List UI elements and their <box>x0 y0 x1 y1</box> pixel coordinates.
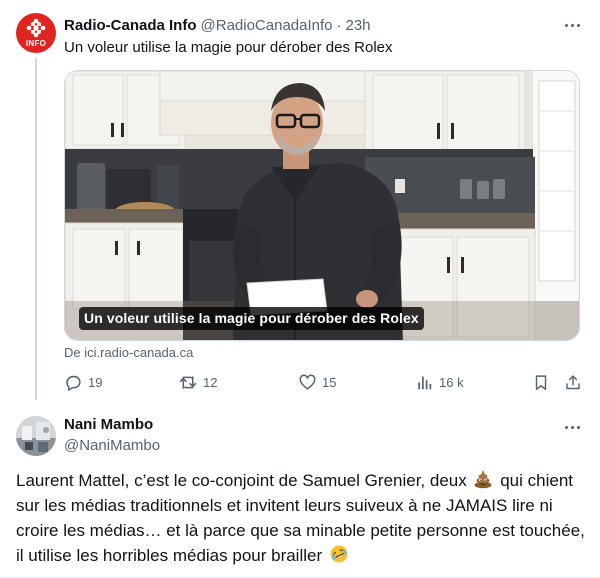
nani-mambo-avatar[interactable] <box>16 416 56 456</box>
tweet-text: Un voleur utilise la magie pour dérober … <box>64 39 393 56</box>
avatar-info-label: INFO <box>25 39 47 48</box>
author-handle[interactable]: @NaniMambo <box>64 437 160 454</box>
like-count: 15 <box>322 375 337 390</box>
author-name[interactable]: Nani Mambo <box>64 416 153 433</box>
tweet-text-line-2: sur les médias traditionnels et invitent… <box>16 496 553 515</box>
repost-button[interactable]: 12 <box>178 373 217 392</box>
text-segment: Laurent Mattel, c’est le co-conjoint de … <box>16 471 467 490</box>
tweet-nani-mambo[interactable]: Nani Mambo @NaniMambo Laurent Mattel, c’… <box>0 400 600 578</box>
author-handle[interactable]: @RadioCanadaInfo <box>201 17 333 34</box>
radio-canada-avatar[interactable]: INFO <box>16 13 56 53</box>
tweet-text: Laurent Mattel, c’est le co-conjoint de … <box>16 468 596 568</box>
tweet-header: Radio-Canada Info @RadioCanadaInfo · 23h <box>64 14 371 36</box>
avatar-photo <box>16 416 56 456</box>
share-button[interactable] <box>564 373 587 392</box>
tweet-radio-canada[interactable]: INFO Radio-Canada Info @RadioCanadaInfo … <box>0 0 600 400</box>
reply-button[interactable]: 19 <box>64 373 102 392</box>
like-button[interactable]: 15 <box>298 373 336 392</box>
tweet-actions: 19 12 15 16 k <box>64 373 584 393</box>
link-source[interactable]: De ici.radio-canada.ca <box>64 345 193 360</box>
text-segment: il utilise les horribles médias pour bra… <box>16 546 323 565</box>
more-icon[interactable] <box>561 16 583 34</box>
bookmark-button[interactable] <box>532 373 555 392</box>
thread-line <box>35 58 37 400</box>
timestamp[interactable]: 23h <box>346 17 371 34</box>
poop-emoji-icon <box>474 470 492 489</box>
tweet-text-line-4: il utilise les horribles médias pour bra… <box>16 543 596 568</box>
separator-dot: · <box>336 16 342 34</box>
share-icon <box>566 375 580 390</box>
more-icon[interactable] <box>561 418 583 436</box>
image-caption-overlay: Un voleur utilise la magie pour dérober … <box>79 307 424 330</box>
repost-count: 12 <box>203 375 218 390</box>
repost-icon <box>179 376 197 389</box>
author-name[interactable]: Radio-Canada Info <box>64 17 197 34</box>
tweet-text-line-3: croire les médias… et là parce que sa mi… <box>16 521 585 540</box>
views-icon <box>418 376 432 390</box>
views-button[interactable]: 16 k <box>416 373 464 392</box>
link-card-image[interactable]: Un voleur utilise la magie pour dérober … <box>64 70 580 341</box>
views-count: 16 k <box>439 375 464 390</box>
tweet-text-line-1: Laurent Mattel, c’est le co-conjoint de … <box>16 468 596 493</box>
text-segment: qui chient <box>500 471 573 490</box>
bookmark-icon <box>535 375 547 390</box>
kitchen-photo <box>65 71 579 340</box>
rofl-emoji-icon <box>330 545 348 563</box>
reply-icon <box>66 375 81 391</box>
radio-canada-logo-icon <box>26 18 46 38</box>
like-icon <box>299 374 316 390</box>
reply-count: 19 <box>88 375 103 390</box>
